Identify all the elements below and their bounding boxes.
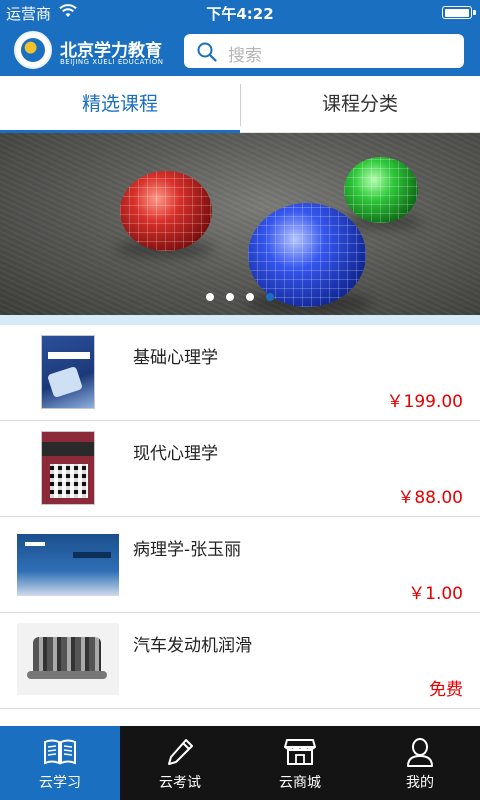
tabbar-profile[interactable]: 我的: [360, 726, 480, 800]
promo-banner[interactable]: [0, 133, 480, 315]
tabbar-cloud-store[interactable]: 云商城: [240, 726, 360, 800]
tab-featured-courses[interactable]: 精选课程: [0, 78, 240, 133]
course-thumbnail: [17, 623, 119, 695]
clock: 下午4:22: [206, 5, 274, 23]
course-title: 病理学-张玉丽: [133, 540, 242, 560]
tabbar-cloud-exam[interactable]: 云考试: [120, 726, 240, 800]
tabbar-label: 云学习: [39, 775, 81, 791]
pen-icon: [168, 739, 193, 765]
carousel-dot[interactable]: [246, 293, 254, 301]
course-list: 基础心理学 ￥199.00 现代心理学 ￥88.00 病理学-张玉丽 ￥1.00…: [0, 325, 480, 709]
banner-green-sphere: [344, 157, 418, 223]
list-item[interactable]: 现代心理学 ￥88.00: [0, 421, 480, 517]
tabbar-label: 云考试: [159, 775, 201, 791]
section-separator: [0, 315, 480, 325]
carousel-dot[interactable]: [226, 293, 234, 301]
tabbar-label: 云商城: [279, 775, 321, 791]
user-icon: [407, 738, 433, 767]
search-input[interactable]: 搜索: [184, 34, 464, 68]
carousel-indicator: [0, 286, 480, 305]
logo-subtext: BEIJING XUELI EDUCATION: [60, 58, 164, 66]
search-icon: [197, 42, 217, 62]
list-item[interactable]: 汽车发动机润滑 免费: [0, 613, 480, 709]
bottom-tab-bar: 云学习 云考试 云商城 我的: [0, 726, 480, 800]
list-item[interactable]: 病理学-张玉丽 ￥1.00: [0, 517, 480, 613]
banner-red-sphere: [120, 171, 212, 251]
battery-icon: [442, 6, 476, 19]
carousel-dot-active[interactable]: [266, 293, 274, 301]
course-price: ￥199.00: [386, 392, 463, 412]
list-item[interactable]: 基础心理学 ￥199.00: [0, 325, 480, 421]
book-icon: [44, 739, 76, 765]
course-price: ￥1.00: [408, 584, 463, 604]
course-title: 现代心理学: [133, 444, 218, 464]
store-icon: [284, 739, 316, 765]
status-bar: 运营商 下午4:22: [0, 0, 480, 24]
course-title: 基础心理学: [133, 348, 218, 368]
course-price: 免费: [429, 680, 463, 700]
tab-course-categories[interactable]: 课程分类: [240, 78, 480, 133]
course-thumbnail: [17, 534, 119, 596]
course-title: 汽车发动机润滑: [133, 636, 252, 656]
course-tabs: 精选课程 课程分类: [0, 78, 480, 133]
course-thumbnail: [41, 335, 95, 409]
course-price: ￥88.00: [397, 488, 463, 508]
app-header: 北京学力教育 BEIJING XUELI EDUCATION 搜索: [0, 24, 480, 76]
tabbar-cloud-learning[interactable]: 云学习: [0, 726, 120, 800]
tabbar-label: 我的: [406, 775, 434, 791]
course-thumbnail: [41, 431, 95, 505]
search-placeholder: 搜索: [228, 46, 262, 66]
logo-emblem-icon: [14, 31, 52, 69]
carousel-dot[interactable]: [206, 293, 214, 301]
